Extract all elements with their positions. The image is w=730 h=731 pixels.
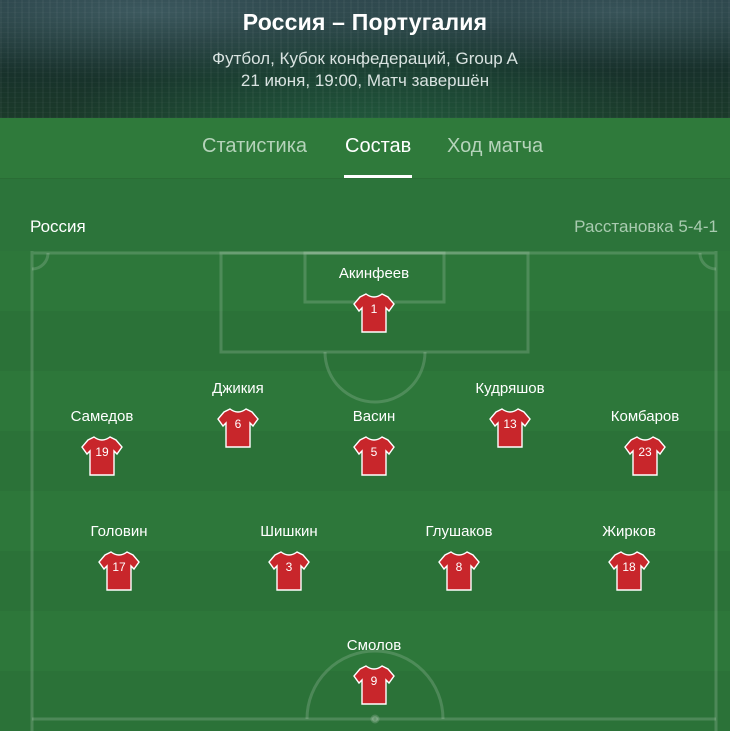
shirt-number: 19 [95,445,109,459]
player-card[interactable]: Акинфеев 1 [314,265,434,345]
jersey-icon: 1 [352,290,396,334]
jersey-icon: 19 [80,433,124,477]
player-card[interactable]: Смолов 9 [314,637,434,717]
shirt-number: 1 [370,302,378,316]
player-card[interactable]: Джикия 6 [178,380,298,460]
jersey-icon: 18 [607,548,651,592]
match-page: Россия – Португалия Футбол, Кубок конфед… [0,0,730,731]
shirt-number: 23 [638,445,652,459]
active-tab-indicator [344,175,412,178]
lineup-header: Россия Расстановка 5-4-1 [0,179,730,251]
jersey-icon: 23 [623,433,667,477]
match-header: Россия – Португалия Футбол, Кубок конфед… [0,0,730,118]
shirt-number: 17 [112,560,126,574]
tab-lineup[interactable]: Состав [345,135,411,158]
player-card[interactable]: Самедов 19 [42,408,162,488]
player-name: Самедов [70,408,134,425]
shirt-number: 8 [455,560,463,574]
player-card[interactable]: Кудряшов 13 [450,380,570,460]
player-name: Шишкин [260,523,318,540]
jersey-icon: 13 [488,405,532,449]
player-name: Акинфеев [338,265,410,282]
tab-statistics[interactable]: Статистика [202,135,307,158]
shirt-number: 13 [503,417,517,431]
player-card[interactable]: Глушаков 8 [399,523,519,603]
player-name: Васин [352,408,396,425]
shirt-number: 3 [285,560,293,574]
jersey-icon: 9 [352,662,396,706]
match-datetime-status: 21 июня, 19:00, Матч завершён [240,71,490,90]
shirt-number: 6 [234,417,242,431]
team-name: Россия [30,217,86,236]
jersey-icon: 17 [97,548,141,592]
player-name: Комбаров [610,408,680,425]
player-card[interactable]: Васин 5 [314,408,434,488]
match-tabs: Статистика Состав Ход матча [0,118,730,179]
football-pitch: Акинфеев 1 Джикия 6 Кудряшов 13 Самедов [0,251,730,731]
player-name: Головин [90,523,148,540]
player-name: Глушаков [425,523,493,540]
jersey-icon: 6 [216,405,260,449]
player-card[interactable]: Жирков 18 [569,523,689,603]
shirt-number: 9 [370,674,378,688]
jersey-icon: 3 [267,548,311,592]
jersey-icon: 8 [437,548,481,592]
player-card[interactable]: Комбаров 23 [585,408,705,488]
tab-match-timeline[interactable]: Ход матча [447,135,543,158]
player-name: Джикия [212,380,264,397]
player-card[interactable]: Головин 17 [59,523,179,603]
player-card[interactable]: Шишкин 3 [229,523,349,603]
shirt-number: 5 [370,445,378,459]
player-name: Жирков [602,523,656,540]
player-name: Кудряшов [475,380,545,397]
match-title: Россия – Португалия [242,9,488,35]
player-name: Смолов [346,637,402,654]
shirt-number: 18 [622,560,636,574]
jersey-icon: 5 [352,433,396,477]
formation-label: Расстановка 5-4-1 [574,217,718,236]
match-competition: Футбол, Кубок конфедераций, Group A [212,49,518,68]
